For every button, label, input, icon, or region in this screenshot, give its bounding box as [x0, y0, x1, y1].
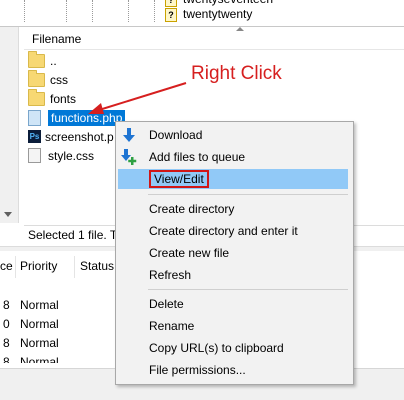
right-click-annotation: Right Click [191, 63, 282, 84]
queue-header-size[interactable]: ce [0, 258, 13, 274]
queue-priority-cell: Normal [20, 336, 59, 350]
menu-item-file-permissions[interactable]: File permissions... [149, 360, 246, 380]
menu-item-view-edit[interactable]: View/Edit [118, 169, 348, 189]
file-row-functions-php[interactable]: functions.php [28, 109, 126, 128]
menu-separator [148, 194, 348, 195]
file-row-css[interactable]: css [28, 69, 68, 90]
queue-priority-cell: Normal [20, 298, 59, 312]
queue-size-cell: 8 [3, 298, 10, 312]
menu-item-add-files-to-queue[interactable]: Add files to queue [149, 147, 245, 167]
file-row-style-css[interactable]: style.css [28, 147, 94, 166]
menu-item-create-directory-and-enter[interactable]: Create directory and enter it [149, 221, 298, 241]
folder-icon [28, 50, 45, 68]
filename-column-header[interactable]: Filename [24, 28, 404, 50]
download-arrow-icon [123, 128, 135, 142]
sort-caret-icon [236, 27, 244, 31]
vertical-scrollbar[interactable] [0, 27, 19, 223]
view-edit-highlight-box: View/Edit [149, 170, 209, 188]
menu-item-refresh[interactable]: Refresh [149, 265, 191, 285]
column-separator[interactable] [15, 256, 16, 278]
menu-item-rename[interactable]: Rename [149, 316, 194, 336]
menu-item-delete[interactable]: Delete [149, 294, 184, 314]
queue-priority-cell: Normal [20, 317, 59, 331]
queue-priority-cell: Normal [20, 355, 59, 363]
menu-item-copy-urls[interactable]: Copy URL(s) to clipboard [149, 338, 284, 358]
queue-header-status[interactable]: Status [80, 258, 114, 274]
folder-icon [28, 88, 45, 106]
css-file-icon [28, 148, 41, 164]
scroll-down-arrow-icon[interactable] [4, 212, 12, 217]
column-separator[interactable] [74, 256, 75, 278]
remote-directory-tree: ?twentyseventeen ?twentytwenty [0, 0, 404, 27]
tree-guide-line [92, 0, 94, 22]
tree-guide-line [24, 0, 26, 22]
tree-guide-line [128, 0, 130, 22]
file-row-screenshot[interactable]: Ps screenshot.p [28, 128, 114, 147]
add-to-queue-icon [121, 149, 137, 165]
queue-size-cell: 0 [3, 317, 10, 331]
menu-item-create-directory[interactable]: Create directory [149, 199, 234, 219]
queue-size-cell: 8 [3, 355, 10, 363]
file-row-parent[interactable]: .. [28, 50, 57, 71]
menu-separator [148, 289, 348, 290]
folder-icon [28, 69, 45, 87]
tree-guide-line [154, 0, 156, 22]
photoshop-file-icon: Ps [28, 130, 41, 144]
queue-header-priority[interactable]: Priority [20, 258, 57, 274]
php-file-icon [28, 109, 41, 126]
tree-guide-line [66, 0, 68, 22]
menu-item-download[interactable]: Download [149, 125, 202, 145]
file-row-fonts[interactable]: fonts [28, 88, 76, 109]
menu-item-create-new-file[interactable]: Create new file [149, 243, 229, 263]
tree-item-twentytwenty[interactable]: ? twentytwenty [165, 6, 252, 22]
unknown-folder-icon: ? [165, 7, 177, 22]
queue-size-cell: 8 [3, 336, 10, 350]
